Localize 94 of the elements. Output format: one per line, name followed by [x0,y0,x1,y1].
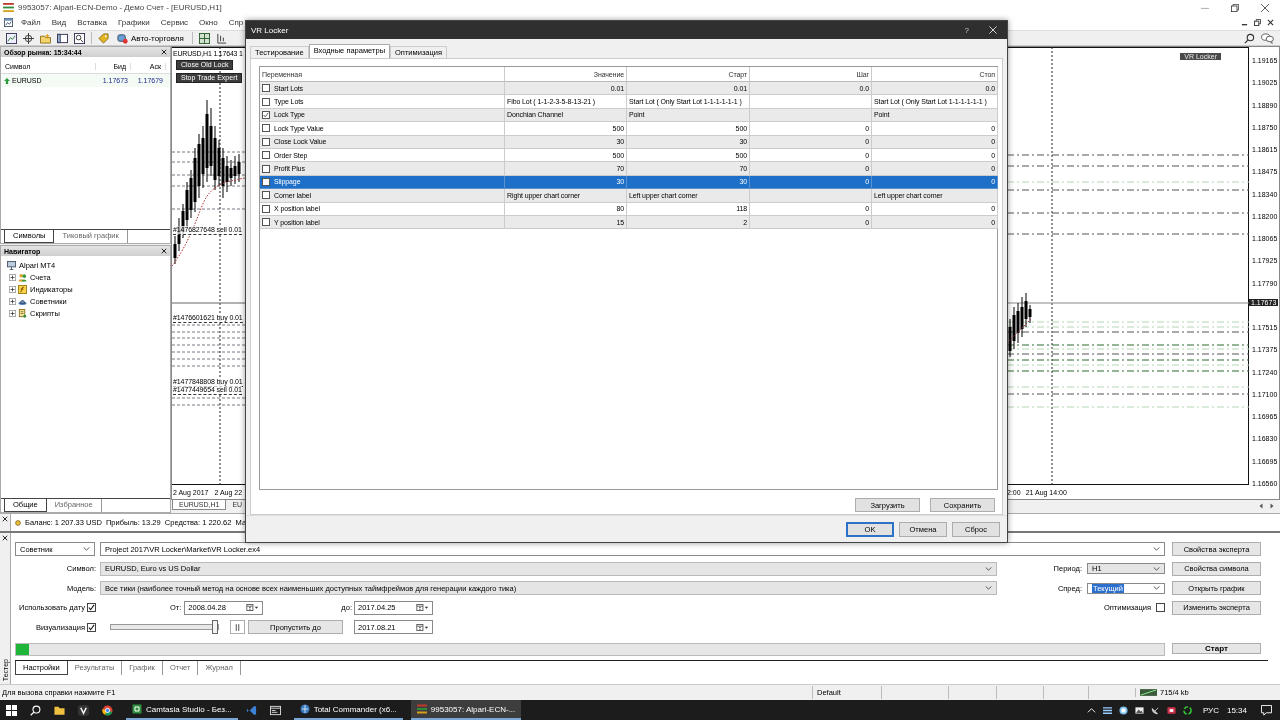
moving-average-line [1007,318,1032,344]
menu-item[interactable]: Сервис [156,18,196,27]
checkbox[interactable] [262,124,270,133]
bar-chart-icon[interactable] [215,32,227,44]
scroll-right-icon[interactable] [1269,503,1275,509]
close-icon[interactable] [1261,3,1269,12]
close-icon[interactable] [1267,19,1274,26]
scroll-left-icon[interactable] [1258,503,1264,509]
language-indicator[interactable]: РУС [1202,705,1219,715]
recycle-icon[interactable] [1182,705,1192,715]
checkbox[interactable] [262,191,270,200]
menu-item[interactable]: Окно [195,18,225,27]
chevron-down-icon [1153,586,1160,591]
window-title: 9953057: Alpari-ECN-Demo - Демо Счет - [EURUSD,H1] [18,3,222,12]
people-icon [18,272,27,282]
app-icon [3,3,14,12]
robot-stop-icon [117,32,128,44]
plus-box-icon[interactable] [9,285,16,293]
chevron-down-icon [1153,566,1160,571]
calendar-icon [246,604,260,612]
browser-icon[interactable] [102,704,113,716]
taskbar-window[interactable]: 9953057: Alpari-ECN-... [410,700,522,720]
checkbox[interactable] [262,137,270,146]
crosshair-icon[interactable] [23,32,34,44]
circle-icon[interactable] [1118,705,1128,715]
chevron-down-icon [985,586,992,591]
auto-trading-button[interactable]: Авто-торговля [115,31,186,45]
chat-icon[interactable] [1261,32,1274,44]
windows-start-icon[interactable] [6,704,17,716]
dialog-title: VR Locker [251,25,289,35]
close-icon[interactable] [161,49,167,55]
close-icon[interactable] [161,248,167,254]
close-icon[interactable] [2,516,8,522]
search-icon[interactable] [30,704,41,716]
folder-star-icon[interactable] [40,32,51,44]
plus-box-icon[interactable] [9,309,16,317]
satellite-dish-icon[interactable] [1150,705,1160,715]
menu-item[interactable]: Вставка [73,18,114,27]
plus-box-icon[interactable] [9,297,16,305]
coin-icon [15,519,21,526]
caret-up-icon[interactable] [1086,705,1096,715]
new-chart-icon[interactable] [6,32,17,44]
picture-icon[interactable] [1134,705,1144,715]
connection-bars-icon [1140,689,1157,696]
slide-icon[interactable] [1166,705,1176,715]
restore-icon[interactable] [1231,3,1239,12]
checkbox[interactable] [262,218,270,227]
checkbox[interactable] [1156,603,1165,613]
window-icon[interactable] [57,32,68,44]
terminal-window-icon[interactable] [269,704,281,716]
magnifier-chart-icon[interactable] [74,32,85,44]
checkbox[interactable] [262,84,270,93]
grid-icon[interactable] [198,32,210,44]
pause-button[interactable] [230,620,245,635]
search-icon[interactable] [1244,32,1255,44]
chevron-down-icon [1153,547,1160,551]
help-button[interactable]: ? [964,25,969,35]
checkbox[interactable] [262,151,270,160]
plus-box-icon[interactable] [9,273,16,281]
checkbox[interactable] [262,204,270,213]
chevron-down-icon [985,566,992,571]
taskbar-window[interactable]: Camtasia Studio - Без... [126,700,238,720]
checkbox[interactable] [262,177,270,186]
checkbox[interactable] [87,622,96,632]
checkbox[interactable] [262,164,270,173]
calendar-icon [416,623,429,631]
stack-icon[interactable] [1102,705,1112,715]
folder-icon[interactable] [54,704,65,716]
menu-item[interactable]: Файл [17,18,48,27]
checkbox[interactable] [87,603,96,613]
menu-item[interactable]: Графики [113,18,157,27]
notification-icon[interactable] [1261,704,1272,716]
restore-icon[interactable] [1254,19,1261,26]
frame-icon [132,704,142,714]
close-icon[interactable] [2,535,8,541]
ribbon-logo-icon[interactable] [245,704,257,716]
arrow-up-icon [4,77,10,84]
slider-thumb[interactable] [211,620,218,635]
calendar-icon [416,604,429,612]
app-icon [416,704,427,714]
taskbar-window[interactable]: Total Commander (x6... [293,700,403,720]
clock[interactable]: 15:34 [1226,705,1247,715]
function-icon [18,284,27,294]
v-logo-icon[interactable] [78,704,89,716]
chevron-down-icon [83,547,90,551]
checkbox[interactable] [262,110,270,119]
globe-disk-icon [299,704,310,714]
start-button[interactable]: Старт [1172,642,1261,654]
checkbox[interactable] [262,97,270,106]
computer-icon [7,260,16,270]
script-icon [18,308,27,318]
chart-window-icon[interactable] [4,18,13,27]
pause-icon [235,623,240,631]
menu-item[interactable]: Вид [47,18,74,27]
